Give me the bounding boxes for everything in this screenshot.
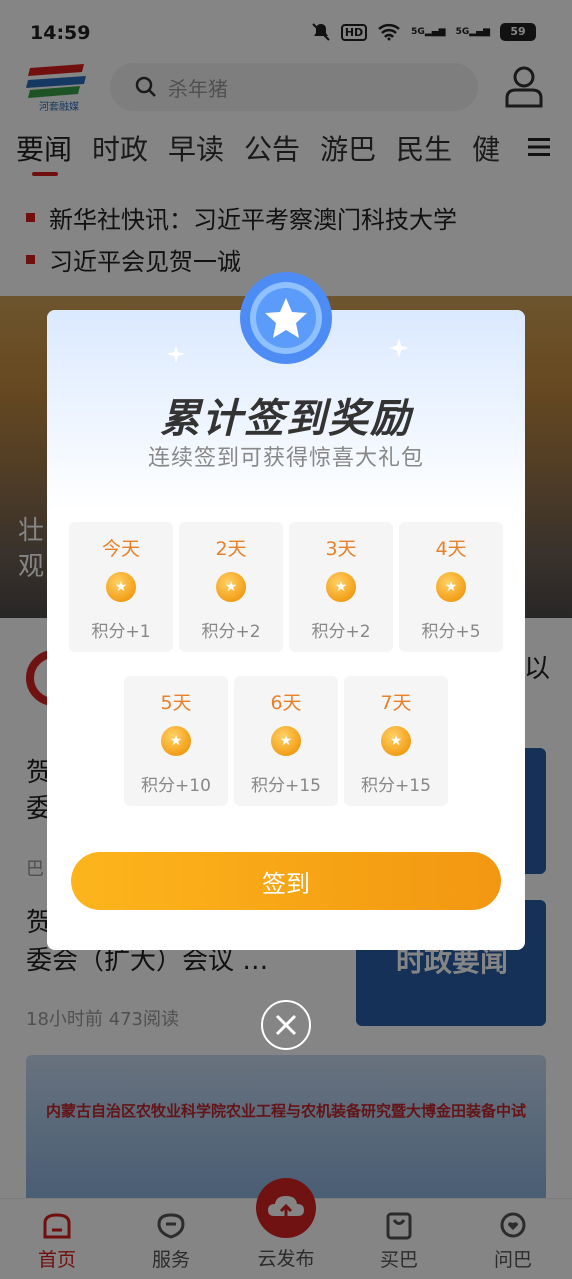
day-card: 今天 ★ 积分+1 xyxy=(69,522,173,652)
modal-title: 累计签到奖励 xyxy=(160,396,412,442)
sparkle-icon xyxy=(389,338,409,358)
day-points: 积分+2 xyxy=(311,622,371,642)
day-label: 6天 xyxy=(270,692,302,714)
day-card: 2天 ★ 积分+2 xyxy=(179,522,283,652)
day-points: 积分+2 xyxy=(201,622,261,642)
checkin-reward-modal: 累计签到奖励 连续签到可获得惊喜大礼包 今天 ★ 积分+1 2天 ★ 积分+2 … xyxy=(47,272,525,950)
modal-subtitle: 连续签到可获得惊喜大礼包 xyxy=(147,446,424,471)
star-medal-icon xyxy=(240,272,332,364)
day-label: 5天 xyxy=(160,692,192,714)
day-card: 6天 ★ 积分+15 xyxy=(234,676,338,806)
checkin-button[interactable]: 签到 xyxy=(71,852,501,910)
day-card: 5天 ★ 积分+10 xyxy=(124,676,228,806)
day-label: 今天 xyxy=(101,538,140,560)
day-label: 7天 xyxy=(380,692,412,714)
day-card: 7天 ★ 积分+15 xyxy=(344,676,448,806)
coin-icon: ★ xyxy=(106,572,136,602)
day-card: 3天 ★ 积分+2 xyxy=(289,522,393,652)
day-label: 2天 xyxy=(215,538,247,560)
coin-icon: ★ xyxy=(216,572,246,602)
coin-icon: ★ xyxy=(381,726,411,756)
coin-icon: ★ xyxy=(271,726,301,756)
day-points: 积分+5 xyxy=(421,622,481,642)
coin-icon: ★ xyxy=(161,726,191,756)
day-points: 积分+10 xyxy=(141,776,211,796)
sparkle-icon xyxy=(167,345,185,363)
day-card: 4天 ★ 积分+5 xyxy=(399,522,503,652)
day-points: 积分+15 xyxy=(251,776,321,796)
close-icon xyxy=(275,1014,297,1036)
day-points: 积分+15 xyxy=(361,776,431,796)
close-modal-button[interactable] xyxy=(261,1000,311,1050)
coin-icon: ★ xyxy=(326,572,356,602)
coin-icon: ★ xyxy=(436,572,466,602)
day-points: 积分+1 xyxy=(91,622,151,642)
day-label: 4天 xyxy=(435,538,467,560)
day-label: 3天 xyxy=(325,538,357,560)
